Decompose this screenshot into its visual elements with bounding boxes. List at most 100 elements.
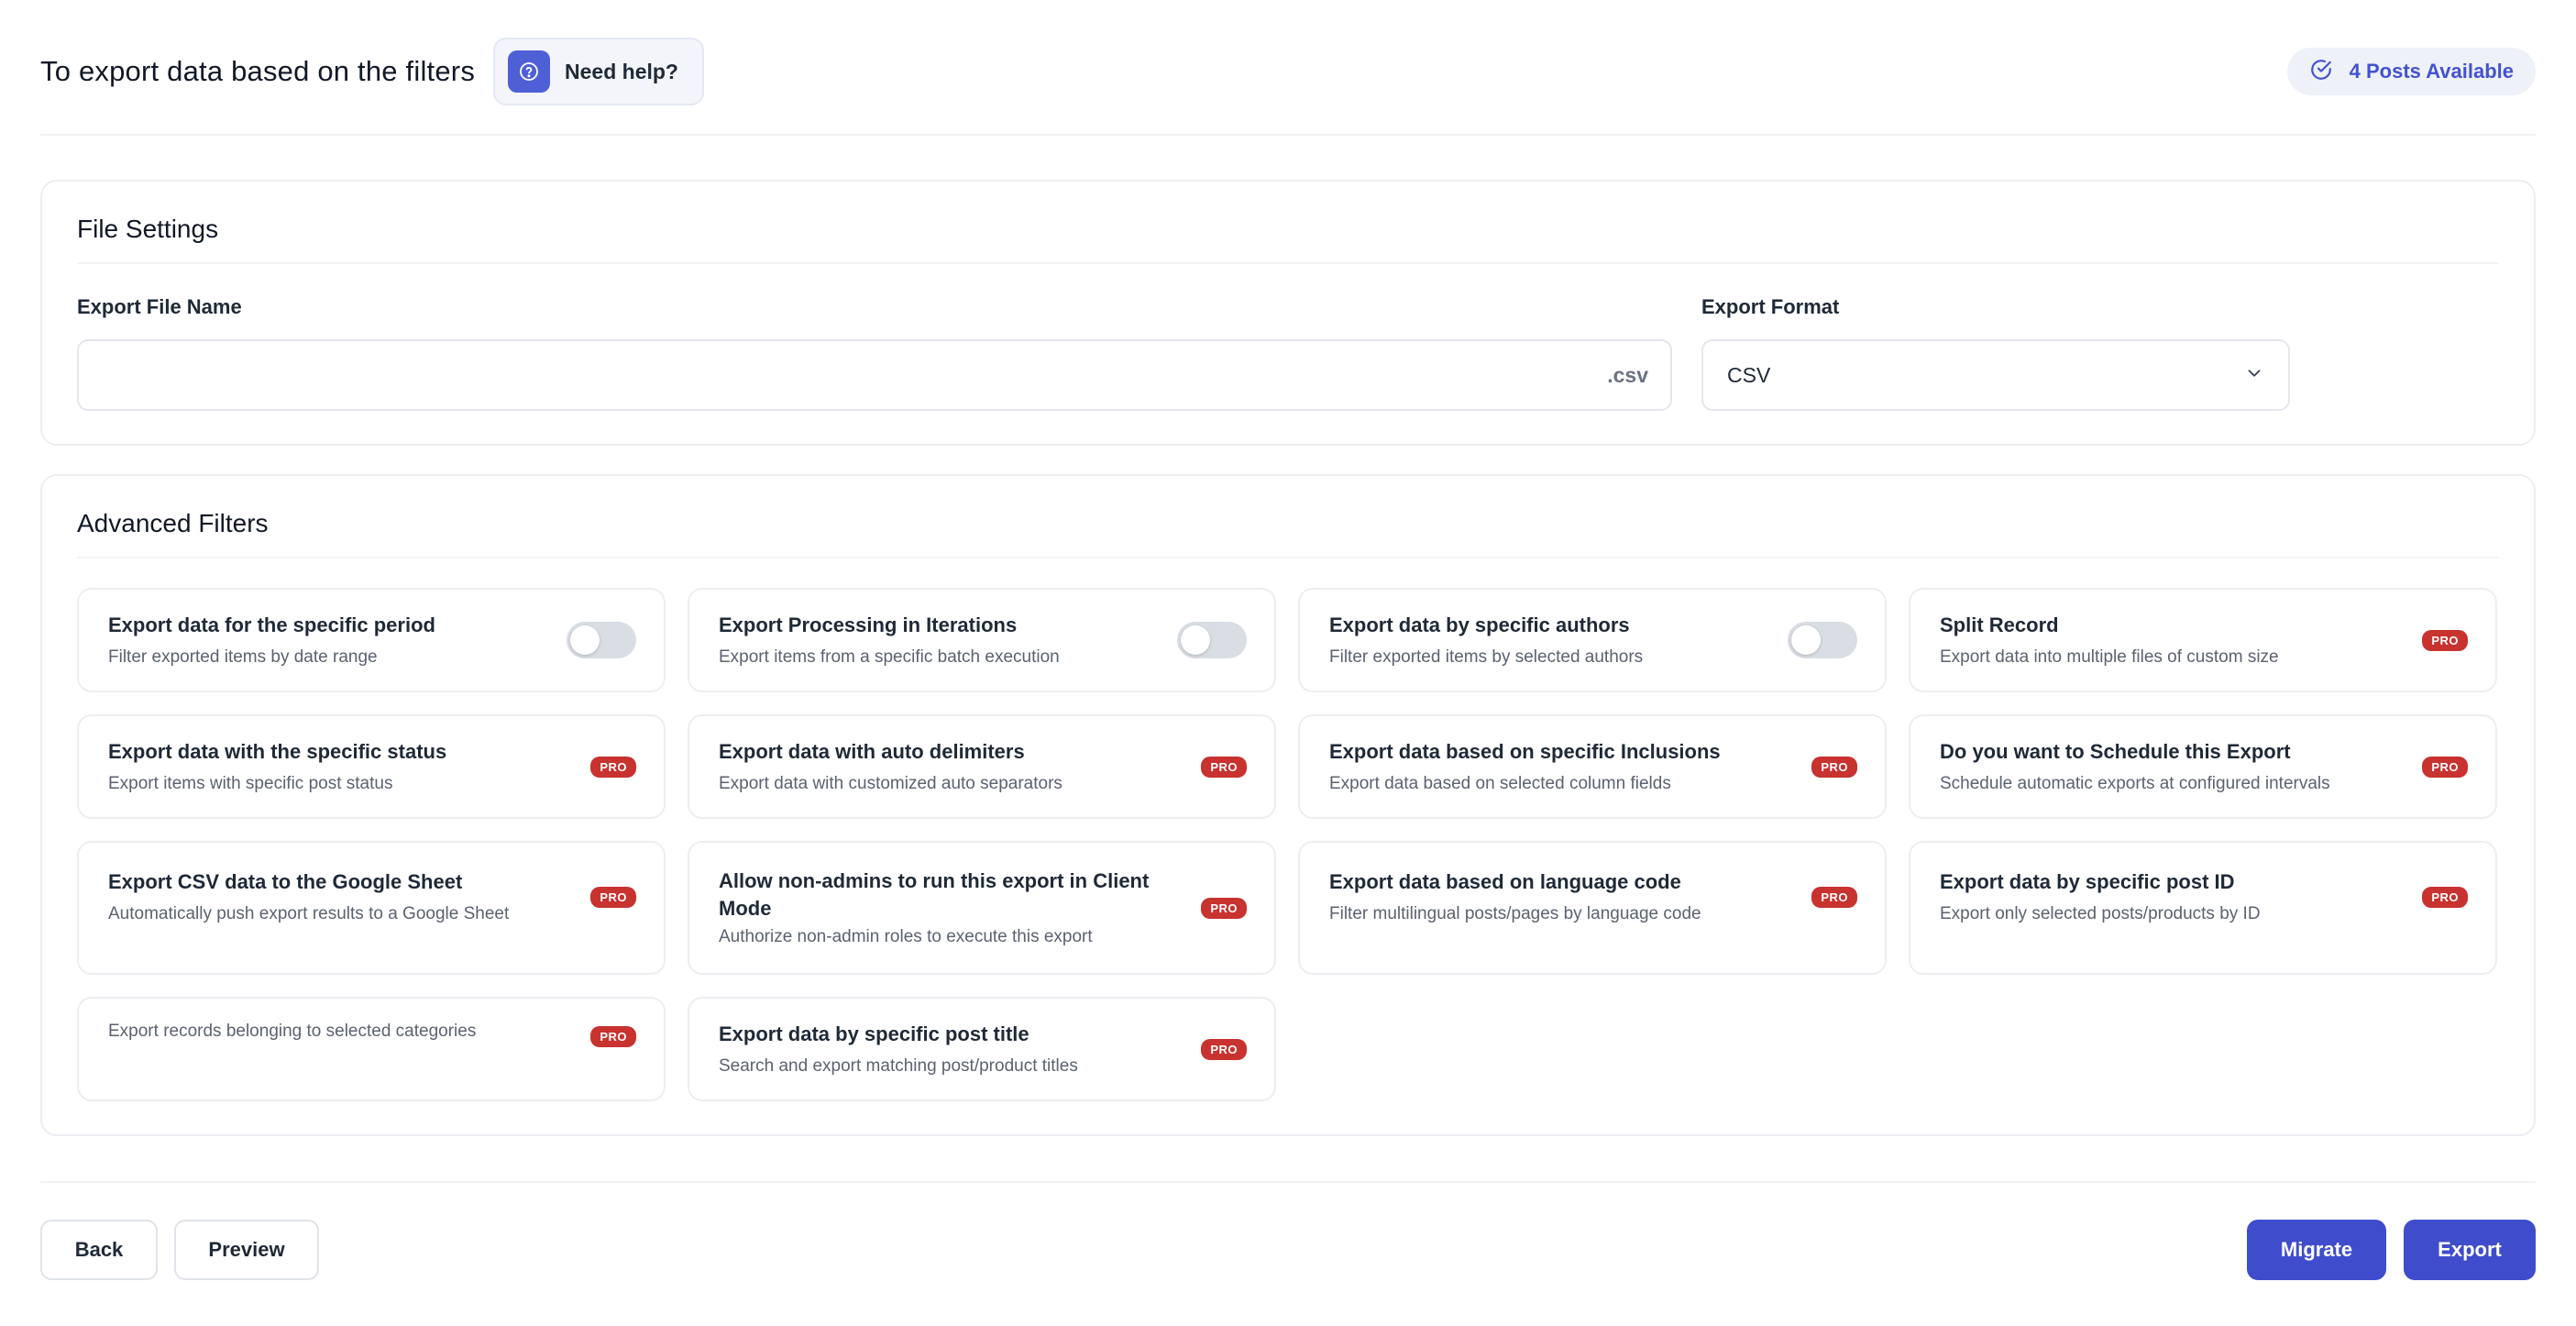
pro-badge: PRO	[1201, 897, 1247, 919]
specific-authors-toggle[interactable]	[1788, 622, 1857, 658]
toggle-knob	[1181, 625, 1210, 655]
filter-text: Export data with auto delimiters Export …	[719, 738, 1062, 795]
back-button[interactable]: Back	[40, 1220, 158, 1280]
specific-period-toggle[interactable]	[567, 622, 636, 658]
filter-text: Export data for the specific period Filt…	[108, 612, 435, 669]
footer-divider	[40, 1181, 2536, 1183]
pro-badge: PRO	[1811, 887, 1857, 908]
filter-title: Split Record	[1940, 613, 2059, 636]
filter-post-title[interactable]: Export data by specific post title Searc…	[688, 997, 1276, 1101]
file-settings-card: File Settings Export File Name .csv Expo…	[40, 180, 2536, 446]
toggle-knob	[570, 625, 600, 655]
filter-text: Export records belonging to selected cat…	[108, 1021, 476, 1043]
filter-subtitle: Export records belonging to selected cat…	[108, 1022, 477, 1041]
page-header: To export data based on the filters Need…	[40, 37, 2536, 106]
file-settings-title: File Settings	[77, 215, 219, 243]
export-page: To export data based on the filters Need…	[0, 0, 2576, 1326]
header-divider	[40, 134, 2536, 136]
filter-subtitle: Automatically push export results to a G…	[108, 904, 510, 923]
filter-post-id[interactable]: Export data by specific post ID Export o…	[1909, 841, 2497, 975]
filter-title: Allow non-admins to run this export in C…	[719, 869, 1150, 920]
filter-subtitle: Filter exported items by selected author…	[1329, 647, 1644, 667]
check-circle-icon	[2309, 58, 2333, 86]
filter-auto-delimiters[interactable]: Export data with auto delimiters Export …	[688, 714, 1276, 819]
processing-iterations-toggle[interactable]	[1177, 622, 1247, 658]
filter-subtitle: Export data into multiple files of custo…	[1940, 647, 2279, 667]
posts-available-label: 4 Posts Available	[2349, 60, 2514, 83]
header-left: To export data based on the filters Need…	[40, 38, 704, 105]
filter-processing-iterations: Export Processing in Iterations Export i…	[688, 588, 1276, 692]
pro-badge: PRO	[1201, 1038, 1247, 1060]
filter-title: Export data by specific authors	[1329, 613, 1630, 636]
filter-google-sheet[interactable]: Export CSV data to the Google Sheet Auto…	[77, 841, 666, 975]
need-help-button[interactable]: Need help?	[493, 38, 704, 105]
filter-text: Do you want to Schedule this Export Sche…	[1940, 738, 2330, 795]
pro-badge: PRO	[590, 756, 636, 778]
filter-title: Do you want to Schedule this Export	[1940, 740, 2291, 763]
pro-badge: PRO	[590, 1026, 636, 1047]
filter-text: Export CSV data to the Google Sheet Auto…	[108, 868, 509, 925]
filter-specific-inclusions[interactable]: Export data based on specific Inclusions…	[1298, 714, 1887, 819]
filter-text: Export data based on language code Filte…	[1329, 868, 1701, 925]
filter-language-code[interactable]: Export data based on language code Filte…	[1298, 841, 1887, 975]
filter-split-record[interactable]: Split Record Export data into multiple f…	[1909, 588, 2497, 692]
filter-text: Export data with the specific status Exp…	[108, 738, 446, 795]
filter-subtitle: Filter multilingual posts/pages by langu…	[1329, 904, 1701, 923]
toggle-knob	[1791, 625, 1821, 655]
pro-badge: PRO	[2422, 629, 2468, 651]
filter-subtitle: Schedule automatic exports at configured…	[1940, 774, 2330, 793]
filter-text: Export Processing in Iterations Export i…	[719, 612, 1060, 669]
help-circle-icon	[508, 50, 551, 93]
filter-subtitle: Export items from a specific batch execu…	[719, 647, 1060, 667]
posts-available-badge: 4 Posts Available	[2286, 48, 2536, 95]
pro-badge: PRO	[2422, 756, 2468, 778]
filter-text: Split Record Export data into multiple f…	[1940, 612, 2279, 669]
filter-text: Export data by specific post ID Export o…	[1940, 868, 2261, 925]
need-help-label: Need help?	[565, 59, 678, 83]
page-title: To export data based on the filters	[40, 55, 476, 87]
pro-badge: PRO	[1811, 756, 1857, 778]
filter-categories[interactable]: Export records belonging to selected cat…	[77, 997, 666, 1101]
filter-subtitle: Export data with customized auto separat…	[719, 774, 1062, 793]
filter-title: Export Processing in Iterations	[719, 613, 1018, 636]
chevron-down-icon	[2244, 363, 2264, 388]
advanced-filters-card: Advanced Filters Export data for the spe…	[40, 474, 2536, 1136]
filter-subtitle: Search and export matching post/product …	[719, 1056, 1078, 1076]
filter-title: Export data based on language code	[1329, 870, 1681, 893]
filter-specific-status[interactable]: Export data with the specific status Exp…	[77, 714, 666, 819]
migrate-button[interactable]: Migrate	[2247, 1220, 2386, 1280]
filter-text: Allow non-admins to run this export in C…	[719, 867, 1159, 948]
advanced-filters-divider	[77, 557, 2499, 558]
filter-schedule-export[interactable]: Do you want to Schedule this Export Sche…	[1909, 714, 2497, 819]
file-extension: .csv	[1607, 362, 1648, 387]
export-button[interactable]: Export	[2404, 1220, 2536, 1280]
filter-specific-authors: Export data by specific authors Filter e…	[1298, 588, 1887, 692]
filter-title: Export CSV data to the Google Sheet	[108, 870, 463, 893]
file-settings-divider	[77, 262, 2499, 264]
filter-subtitle: Filter exported items by date range	[108, 647, 378, 667]
filter-title: Export data with auto delimiters	[719, 740, 1025, 763]
pro-badge: PRO	[590, 887, 636, 908]
filter-subtitle: Export only selected posts/products by I…	[1940, 904, 2261, 923]
pro-badge: PRO	[1201, 756, 1247, 778]
export-format-label: Export Format	[1701, 295, 1840, 318]
filter-title: Export data with the specific status	[108, 740, 447, 763]
export-file-name-field: .csv	[77, 339, 1672, 411]
filter-title: Export data based on specific Inclusions	[1329, 740, 1721, 763]
filter-text: Export data by specific post title Searc…	[719, 1021, 1078, 1077]
export-format-value: CSV	[1727, 362, 1771, 387]
pro-badge: PRO	[2422, 887, 2468, 908]
advanced-filters-title: Advanced Filters	[77, 509, 269, 537]
filter-title: Export data by specific post ID	[1940, 870, 2235, 893]
export-file-name-label: Export File Name	[77, 295, 242, 318]
preview-button[interactable]: Preview	[174, 1220, 319, 1280]
filter-subtitle: Authorize non-admin roles to execute thi…	[719, 927, 1093, 946]
filter-text: Export data by specific authors Filter e…	[1329, 612, 1643, 669]
filter-subtitle: Export data based on selected column fie…	[1329, 774, 1671, 793]
filter-specific-period: Export data for the specific period Filt…	[77, 588, 666, 692]
filter-text: Export data based on specific Inclusions…	[1329, 738, 1721, 795]
filter-title: Export data by specific post title	[719, 1022, 1029, 1045]
export-format-select[interactable]: CSV	[1701, 339, 2290, 411]
filter-client-mode[interactable]: Allow non-admins to run this export in C…	[688, 841, 1276, 975]
export-file-name-input[interactable]	[97, 350, 1546, 400]
